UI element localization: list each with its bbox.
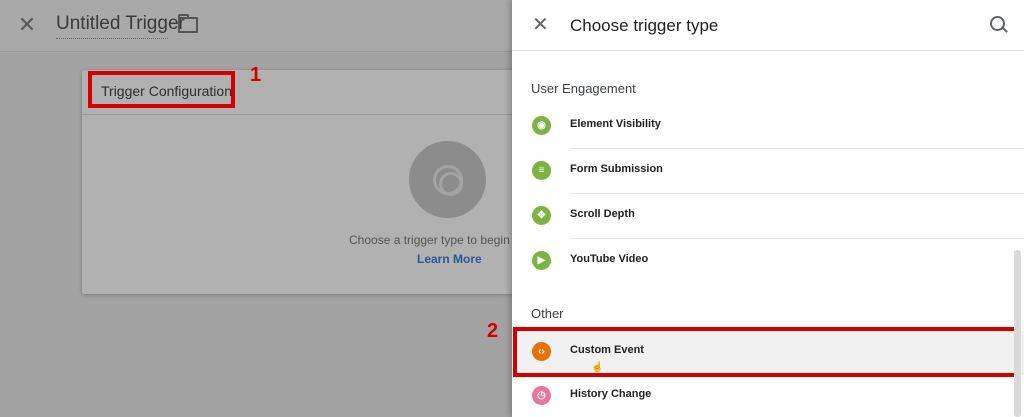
editor-topbar: ✕ Untitled Trigger: [0, 0, 512, 52]
annotation-box-2: [513, 327, 1019, 377]
section-other: Other: [531, 306, 564, 321]
annotation-number-1: 1: [250, 64, 262, 86]
folder-icon[interactable]: [178, 14, 198, 33]
trigger-type-element-visibility[interactable]: ◉ Element Visibility: [512, 105, 1024, 149]
trigger-type-form-submission[interactable]: ≡ Form Submission: [512, 150, 1024, 194]
trigger-type-history-change[interactable]: ◷ History Change: [512, 375, 1024, 417]
divider: [570, 193, 1024, 194]
empty-state-text: Choose a trigger type to begin s: [349, 233, 520, 247]
search-icon[interactable]: [990, 16, 1005, 31]
trigger-type-label: Element Visibility: [570, 118, 661, 130]
trigger-type-scroll-depth[interactable]: ✥ Scroll Depth: [512, 195, 1024, 239]
trigger-type-label: Scroll Depth: [570, 208, 635, 220]
trigger-title[interactable]: Untitled Trigger: [56, 13, 185, 35]
form-icon: ≡: [532, 161, 551, 180]
learn-more-link[interactable]: Learn More: [417, 252, 482, 266]
panel-header: ✕ Choose trigger type: [512, 0, 1024, 51]
eye-icon: ◉: [532, 116, 551, 135]
history-icon: ◷: [532, 386, 551, 405]
trigger-type-label: YouTube Video: [570, 253, 649, 265]
divider: [570, 148, 1024, 149]
close-icon[interactable]: ✕: [532, 14, 549, 36]
close-icon[interactable]: ✕: [16, 14, 38, 36]
panel-scrollbar[interactable]: [1014, 250, 1021, 417]
title-underline: [56, 38, 168, 39]
trigger-type-youtube-video[interactable]: ▶ YouTube Video: [512, 240, 1024, 284]
placeholder-ring-inner: [439, 172, 463, 196]
trigger-placeholder-icon[interactable]: [409, 141, 486, 218]
trigger-type-label: Form Submission: [570, 163, 663, 175]
panel-title: Choose trigger type: [570, 16, 719, 35]
play-icon: ▶: [532, 251, 551, 270]
section-user-engagement: User Engagement: [531, 81, 636, 96]
pointer-cursor-icon: ☝: [591, 362, 604, 373]
divider: [570, 238, 1024, 239]
annotation-number-2: 2: [487, 320, 499, 342]
card-title: Trigger Configuration: [101, 83, 232, 99]
trigger-type-label: History Change: [570, 388, 652, 400]
scroll-icon: ✥: [532, 206, 551, 225]
